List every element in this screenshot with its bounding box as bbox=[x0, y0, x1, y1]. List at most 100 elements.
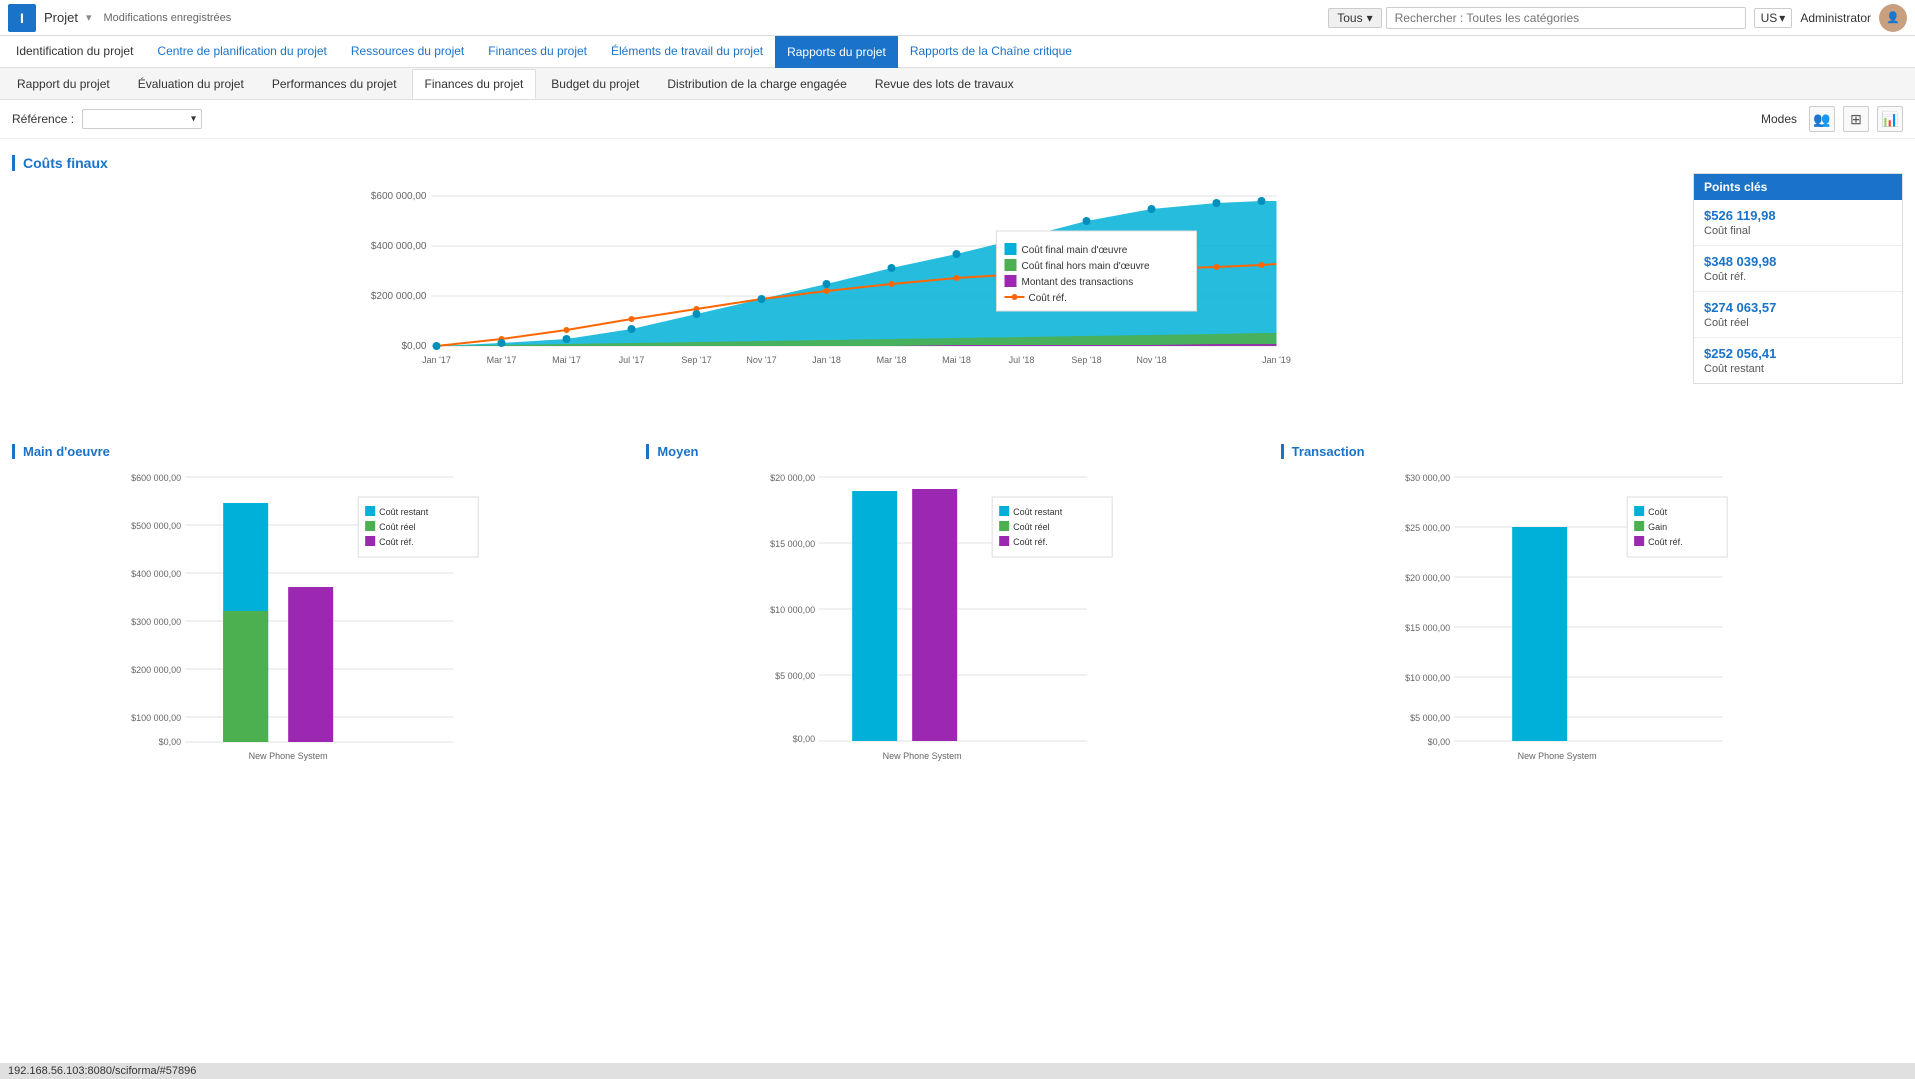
mode-chart-btn[interactable]: 📊 bbox=[1877, 106, 1903, 132]
nav-item-chaine[interactable]: Rapports de la Chaîne critique bbox=[898, 36, 1084, 68]
toolbar: Référence : Modes 👥 ⊞ 📊 bbox=[0, 100, 1915, 139]
cout-final-label: Coût final bbox=[1704, 225, 1892, 237]
svg-text:$300 000,00: $300 000,00 bbox=[131, 617, 181, 627]
top-bar: I Projet ▾ Modifications enregistrées To… bbox=[0, 0, 1915, 36]
svg-text:Coût restant: Coût restant bbox=[379, 507, 429, 517]
svg-text:Coût: Coût bbox=[1648, 507, 1668, 517]
filter-tous[interactable]: Tous ▾ bbox=[1328, 8, 1381, 28]
svg-text:Coût final main d'œuvre: Coût final main d'œuvre bbox=[1022, 245, 1128, 256]
svg-text:$200 000,00: $200 000,00 bbox=[131, 665, 181, 675]
svg-text:Mai '17: Mai '17 bbox=[552, 355, 581, 365]
svg-text:Coût réf.: Coût réf. bbox=[1029, 293, 1067, 304]
app-title: Projet bbox=[44, 10, 78, 25]
chevron-down-icon: ▾ bbox=[1367, 11, 1373, 25]
svg-text:$15 000,00: $15 000,00 bbox=[1405, 623, 1450, 633]
subtab-finances[interactable]: Finances du projet bbox=[412, 69, 537, 99]
avatar: 👤 bbox=[1879, 4, 1907, 32]
svg-text:Mai '18: Mai '18 bbox=[942, 355, 971, 365]
svg-text:$20 000,00: $20 000,00 bbox=[1405, 573, 1450, 583]
admin-label: Administrator bbox=[1800, 11, 1871, 25]
moyen-chart: Moyen $20 000,00 $15 000,00 $10 000,00 $… bbox=[646, 444, 1268, 770]
nav-item-rapports[interactable]: Rapports du projet bbox=[775, 36, 898, 68]
key-point-cout-restant: $252 056,41 Coût restant bbox=[1694, 338, 1902, 383]
svg-text:$20 000,00: $20 000,00 bbox=[770, 473, 815, 483]
svg-text:$0,00: $0,00 bbox=[159, 737, 182, 747]
svg-text:$500 000,00: $500 000,00 bbox=[131, 521, 181, 531]
svg-text:Nov '17: Nov '17 bbox=[746, 355, 776, 365]
svg-text:Coût réf.: Coût réf. bbox=[1648, 537, 1683, 547]
status-url: 192.168.56.103:8080/sciforma/#57896 bbox=[8, 1065, 196, 1077]
save-status: Modifications enregistrées bbox=[104, 12, 232, 24]
svg-text:$15 000,00: $15 000,00 bbox=[770, 539, 815, 549]
main-doeuvre-title: Main d'oeuvre bbox=[12, 444, 634, 459]
main-doeuvre-svg: $600 000,00 $500 000,00 $400 000,00 $300… bbox=[12, 467, 634, 767]
status-bar: 192.168.56.103:8080/sciforma/#57896 bbox=[0, 1063, 1915, 1079]
search-group: Tous ▾ bbox=[1328, 7, 1745, 29]
svg-text:Mar '17: Mar '17 bbox=[487, 355, 517, 365]
svg-text:New Phone System: New Phone System bbox=[1517, 751, 1596, 761]
svg-text:$600 000,00: $600 000,00 bbox=[371, 191, 427, 202]
svg-text:$0,00: $0,00 bbox=[1427, 737, 1450, 747]
key-points-card: Points clés $526 119,98 Coût final $348 … bbox=[1693, 173, 1903, 384]
nav-bar: Identification du projet Centre de plani… bbox=[0, 36, 1915, 68]
search-input[interactable] bbox=[1386, 7, 1746, 29]
svg-text:Coût restant: Coût restant bbox=[1013, 507, 1063, 517]
svg-text:Nov '18: Nov '18 bbox=[1136, 355, 1166, 365]
svg-text:Sep '18: Sep '18 bbox=[1071, 355, 1101, 365]
transaction-title: Transaction bbox=[1281, 444, 1903, 459]
reference-label: Référence : bbox=[12, 112, 74, 126]
transaction-chart: Transaction $30 000,00 $25 000,00 $20 00… bbox=[1281, 444, 1903, 770]
svg-text:Coût réel: Coût réel bbox=[1013, 522, 1050, 532]
couts-finaux-container: Coûts finaux $600 000,00 $400 000,00 $20… bbox=[12, 149, 1681, 424]
svg-text:Jan '19: Jan '19 bbox=[1262, 355, 1291, 365]
cout-final-value: $526 119,98 bbox=[1704, 208, 1892, 223]
svg-text:$400 000,00: $400 000,00 bbox=[131, 569, 181, 579]
reference-select-wrap[interactable] bbox=[82, 109, 202, 129]
modes-label: Modes bbox=[1761, 112, 1797, 126]
svg-text:New Phone System: New Phone System bbox=[883, 751, 962, 761]
app-logo: I bbox=[8, 4, 36, 32]
key-point-cout-ref: $348 039,98 Coût réf. bbox=[1694, 246, 1902, 292]
chevron-icon: ▾ bbox=[86, 11, 92, 24]
nav-item-planification[interactable]: Centre de planification du projet bbox=[145, 36, 338, 68]
svg-text:$200 000,00: $200 000,00 bbox=[371, 291, 427, 302]
svg-text:Mar '18: Mar '18 bbox=[877, 355, 907, 365]
subtab-evaluation[interactable]: Évaluation du projet bbox=[125, 69, 257, 99]
cout-restant-value: $252 056,41 bbox=[1704, 346, 1892, 361]
svg-text:$0,00: $0,00 bbox=[401, 341, 426, 352]
subtab-lots[interactable]: Revue des lots de travaux bbox=[862, 69, 1027, 99]
svg-text:$10 000,00: $10 000,00 bbox=[1405, 673, 1450, 683]
subtab-performances[interactable]: Performances du projet bbox=[259, 69, 410, 99]
subtab-budget[interactable]: Budget du projet bbox=[538, 69, 652, 99]
svg-text:Coût réel: Coût réel bbox=[379, 522, 416, 532]
svg-text:Gain: Gain bbox=[1648, 522, 1667, 532]
subtab-distribution[interactable]: Distribution de la charge engagée bbox=[654, 69, 859, 99]
svg-text:Jan '17: Jan '17 bbox=[422, 355, 451, 365]
transaction-svg: $30 000,00 $25 000,00 $20 000,00 $15 000… bbox=[1281, 467, 1903, 767]
svg-text:$30 000,00: $30 000,00 bbox=[1405, 473, 1450, 483]
couts-finaux-chart: $600 000,00 $400 000,00 $200 000,00 $0,0… bbox=[12, 181, 1681, 421]
svg-text:New Phone System: New Phone System bbox=[249, 751, 328, 761]
nav-item-elements[interactable]: Éléments de travail du projet bbox=[599, 36, 775, 68]
key-points-header: Points clés bbox=[1694, 174, 1902, 200]
mode-people-btn[interactable]: 👥 bbox=[1809, 106, 1835, 132]
cout-restant-label: Coût restant bbox=[1704, 363, 1892, 375]
reference-select[interactable] bbox=[82, 109, 202, 129]
locale-selector[interactable]: US ▾ bbox=[1754, 8, 1793, 28]
svg-text:Sep '17: Sep '17 bbox=[681, 355, 711, 365]
svg-text:$5 000,00: $5 000,00 bbox=[1410, 713, 1450, 723]
key-points-panel: Points clés $526 119,98 Coût final $348 … bbox=[1693, 149, 1903, 424]
nav-item-finances[interactable]: Finances du projet bbox=[476, 36, 599, 68]
sub-tabs: Rapport du projet Évaluation du projet P… bbox=[0, 68, 1915, 100]
key-point-cout-final: $526 119,98 Coût final bbox=[1694, 200, 1902, 246]
mode-grid-btn[interactable]: ⊞ bbox=[1843, 106, 1869, 132]
svg-text:Montant des transactions: Montant des transactions bbox=[1022, 277, 1134, 288]
subtab-rapport[interactable]: Rapport du projet bbox=[4, 69, 123, 99]
couts-finaux-area: Coûts finaux $600 000,00 $400 000,00 $20… bbox=[12, 149, 1903, 424]
nav-item-identification[interactable]: Identification du projet bbox=[4, 36, 145, 68]
cout-ref-label: Coût réf. bbox=[1704, 271, 1892, 283]
chevron-down-icon: ▾ bbox=[1779, 11, 1785, 25]
nav-item-ressources[interactable]: Ressources du projet bbox=[339, 36, 476, 68]
svg-text:Jul '17: Jul '17 bbox=[619, 355, 645, 365]
bottom-charts-row: Main d'oeuvre $600 000,00 $500 000,00 $4… bbox=[12, 444, 1903, 770]
